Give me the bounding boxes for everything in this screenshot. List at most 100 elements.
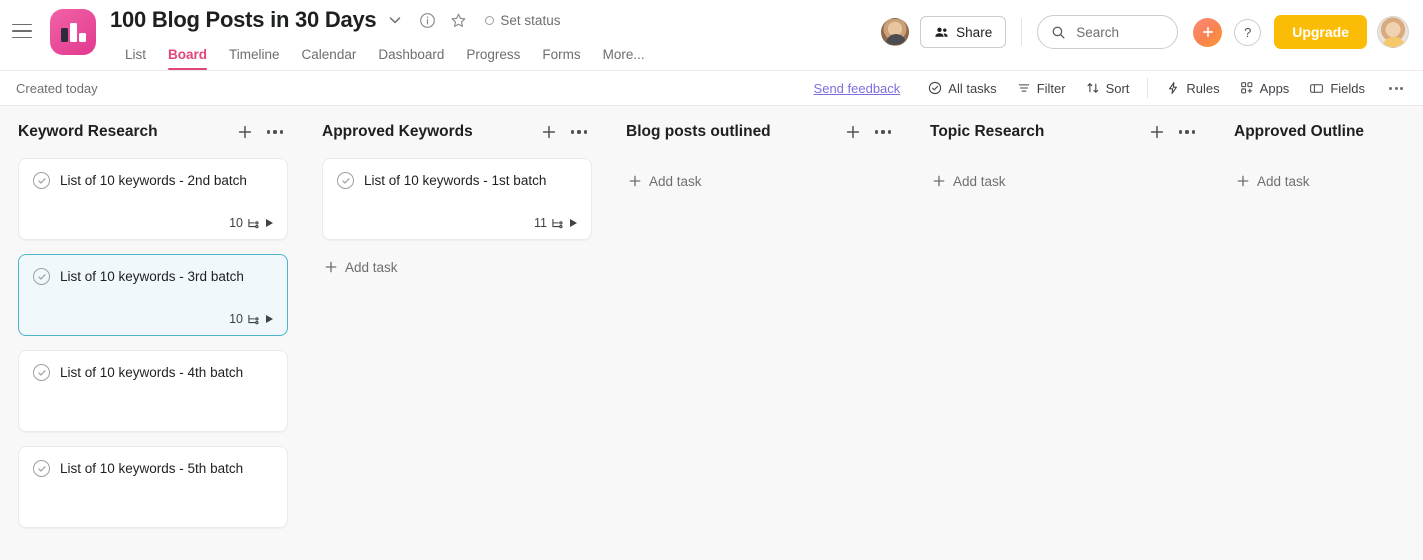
- add-task-button[interactable]: Add task: [1234, 166, 1423, 196]
- view-tabs: List Board Timeline Calendar Dashboard P…: [114, 40, 656, 70]
- expand-subtasks-icon[interactable]: [266, 315, 273, 323]
- status-dot-icon: [485, 15, 495, 25]
- apps-button[interactable]: Apps: [1230, 75, 1300, 101]
- task-card[interactable]: List of 10 keywords - 4th batch: [18, 350, 288, 432]
- tab-calendar[interactable]: Calendar: [291, 47, 368, 71]
- task-card[interactable]: List of 10 keywords - 1st batch 11: [322, 158, 592, 240]
- created-label: Created today: [16, 80, 98, 96]
- tab-more[interactable]: More...: [592, 47, 656, 71]
- filter-label: Filter: [1036, 80, 1066, 96]
- tab-board[interactable]: Board: [157, 47, 218, 71]
- all-tasks-button[interactable]: All tasks: [918, 75, 1006, 101]
- column-header: Approved Keywords: [304, 106, 608, 158]
- card-header: List of 10 keywords - 1st batch: [337, 172, 577, 190]
- rules-label: Rules: [1186, 80, 1220, 96]
- rules-button[interactable]: Rules: [1156, 75, 1229, 101]
- card-footer: [33, 410, 273, 422]
- quick-add-button[interactable]: [1193, 17, 1223, 47]
- column-add-task-icon[interactable]: [232, 119, 258, 145]
- card-header: List of 10 keywords - 4th batch: [33, 364, 273, 382]
- column-cards: List of 10 keywords - 1st batch 11 Add t…: [304, 158, 608, 282]
- subtask-count: 10: [229, 216, 243, 230]
- column-cards: Add task: [608, 166, 912, 196]
- set-status-button[interactable]: Set status: [485, 13, 560, 28]
- card-footer: 11: [337, 204, 577, 230]
- avatar[interactable]: [881, 18, 910, 46]
- column-title[interactable]: Blog posts outlined: [626, 123, 840, 141]
- share-button[interactable]: Share: [920, 16, 1007, 48]
- complete-task-icon[interactable]: [33, 172, 50, 190]
- search-input[interactable]: [1037, 15, 1179, 49]
- search-icon: [1051, 25, 1066, 40]
- avatar[interactable]: [1377, 16, 1409, 48]
- header-main: 100 Blog Posts in 30 Days Set status Lis…: [110, 0, 656, 70]
- fields-button[interactable]: Fields: [1299, 75, 1375, 101]
- task-card[interactable]: List of 10 keywords - 2nd batch 10: [18, 158, 288, 240]
- send-feedback-link[interactable]: Send feedback: [814, 81, 901, 96]
- add-task-label: Add task: [649, 173, 702, 189]
- expand-subtasks-icon[interactable]: [266, 219, 273, 227]
- help-button[interactable]: ?: [1234, 18, 1262, 46]
- column-add-task-icon[interactable]: [536, 119, 562, 145]
- complete-task-icon[interactable]: [33, 364, 50, 382]
- app-header: 100 Blog Posts in 30 Days Set status Lis…: [0, 0, 1423, 70]
- card-title: List of 10 keywords - 3rd batch: [60, 269, 244, 284]
- card-footer: 10: [33, 204, 273, 230]
- column-menu-icon[interactable]: [870, 119, 896, 145]
- expand-subtasks-icon[interactable]: [570, 219, 577, 227]
- search-field[interactable]: [1076, 24, 1165, 40]
- asana-board-app: 100 Blog Posts in 30 Days Set status Lis…: [0, 0, 1423, 560]
- filter-button[interactable]: Filter: [1007, 75, 1076, 101]
- tab-progress[interactable]: Progress: [455, 47, 531, 71]
- column-menu-icon[interactable]: [262, 119, 288, 145]
- card-header: List of 10 keywords - 3rd batch: [33, 268, 273, 286]
- column-title[interactable]: Approved Outline: [1234, 123, 1423, 141]
- subtask-icon: [247, 217, 261, 230]
- add-task-label: Add task: [1257, 173, 1310, 189]
- more-horizontal-icon[interactable]: [1381, 75, 1411, 101]
- add-task-button[interactable]: Add task: [930, 166, 1200, 196]
- fields-icon: [1309, 81, 1324, 96]
- set-status-label: Set status: [500, 12, 561, 28]
- card-title: List of 10 keywords - 4th batch: [60, 365, 244, 380]
- column-add-task-icon[interactable]: [840, 119, 866, 145]
- column-menu-icon[interactable]: [1174, 119, 1200, 145]
- fields-label: Fields: [1330, 80, 1365, 96]
- task-card[interactable]: List of 10 keywords - 5th batch: [18, 446, 288, 528]
- board-project-icon: [50, 9, 96, 55]
- add-task-button[interactable]: Add task: [626, 166, 896, 196]
- column-cards: Add task: [912, 166, 1216, 196]
- add-task-label: Add task: [345, 259, 398, 275]
- column-menu-icon[interactable]: [566, 119, 592, 145]
- plus-icon: [628, 174, 642, 188]
- sort-arrows-icon: [1086, 81, 1100, 95]
- filter-icon: [1017, 81, 1031, 95]
- complete-task-icon[interactable]: [337, 172, 354, 190]
- task-card[interactable]: List of 10 keywords - 3rd batch 10: [18, 254, 288, 336]
- board-column: Topic Research Add task: [912, 106, 1216, 560]
- complete-task-icon[interactable]: [33, 460, 50, 478]
- tab-list[interactable]: List: [114, 47, 157, 71]
- header-left: 100 Blog Posts in 30 Days Set status Lis…: [0, 0, 881, 70]
- check-circle-icon: [928, 81, 942, 95]
- column-add-task-icon[interactable]: [1144, 119, 1170, 145]
- page-title[interactable]: 100 Blog Posts in 30 Days: [110, 7, 377, 33]
- board-column: Blog posts outlined Add task: [608, 106, 912, 560]
- column-title[interactable]: Keyword Research: [18, 123, 232, 141]
- tab-timeline[interactable]: Timeline: [218, 47, 291, 71]
- subtask-count: 10: [229, 312, 243, 326]
- tab-dashboard[interactable]: Dashboard: [367, 47, 455, 71]
- tab-forms[interactable]: Forms: [531, 47, 591, 71]
- column-title[interactable]: Topic Research: [930, 123, 1144, 141]
- star-icon[interactable]: [445, 7, 471, 33]
- hamburger-icon[interactable]: [0, 0, 44, 62]
- info-icon[interactable]: [414, 7, 440, 33]
- add-task-button[interactable]: Add task: [322, 252, 592, 282]
- sort-button[interactable]: Sort: [1076, 75, 1140, 101]
- upgrade-button[interactable]: Upgrade: [1274, 15, 1367, 49]
- complete-task-icon[interactable]: [33, 268, 50, 286]
- column-header: Topic Research: [912, 106, 1216, 158]
- board-canvas: Keyword Research List of 10 keywords - 2…: [0, 106, 1423, 560]
- chevron-down-icon[interactable]: [380, 5, 410, 35]
- column-title[interactable]: Approved Keywords: [322, 123, 536, 141]
